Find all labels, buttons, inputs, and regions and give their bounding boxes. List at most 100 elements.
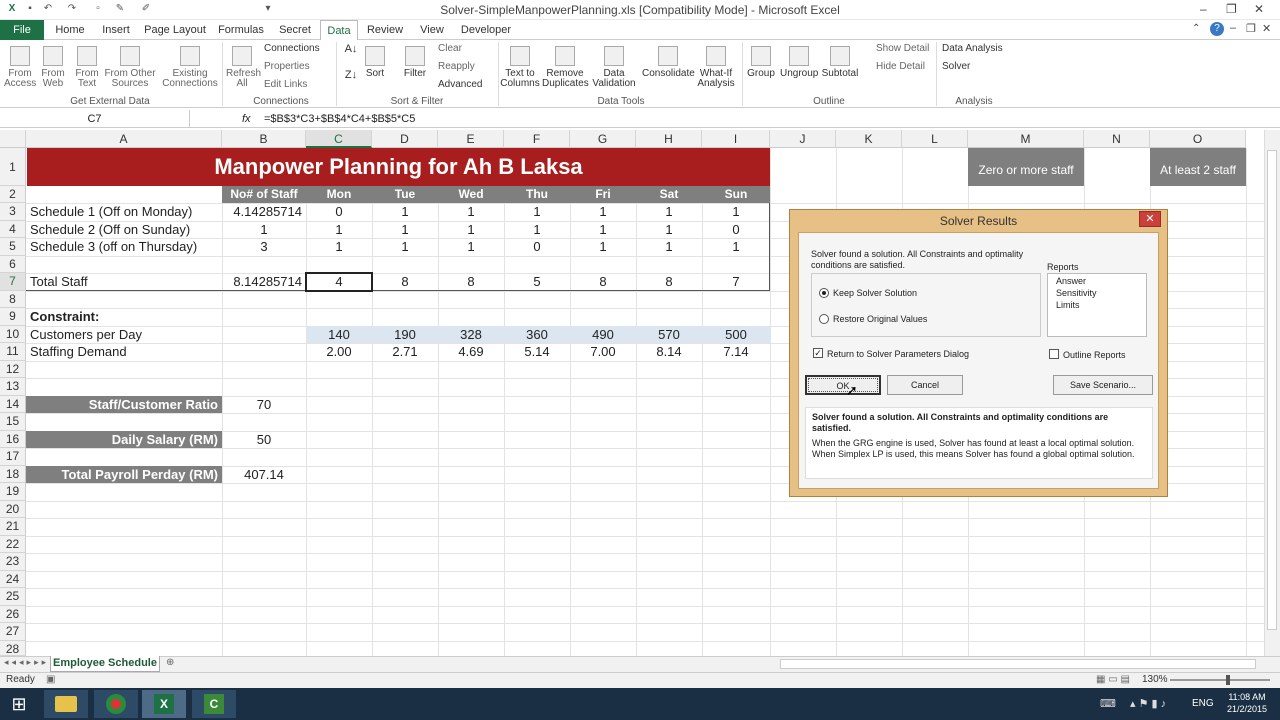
group-button[interactable]: Group xyxy=(746,46,776,79)
vertical-scroll-thumb[interactable] xyxy=(1267,150,1277,630)
zoom-level[interactable]: 130% xyxy=(1142,674,1168,685)
row-header[interactable]: 10 xyxy=(0,326,26,343)
schedule-label[interactable]: Schedule 1 (Off on Monday) xyxy=(30,203,192,220)
workbook-restore-icon[interactable]: ❐ xyxy=(1246,22,1256,35)
day-value[interactable]: 1 xyxy=(438,221,504,238)
data-validation-button[interactable]: Data Validation xyxy=(590,46,638,89)
existing-connections-button[interactable]: Existing Connections xyxy=(162,46,218,89)
row-header[interactable]: 8 xyxy=(0,291,26,308)
day-value[interactable]: 0 xyxy=(306,203,372,220)
row-header[interactable]: 14 xyxy=(0,396,26,413)
day-value[interactable]: 1 xyxy=(372,221,438,238)
day-value[interactable]: 1 xyxy=(438,238,504,255)
row-header[interactable]: 15 xyxy=(0,413,26,431)
tab-formulas[interactable]: Formulas xyxy=(214,20,268,40)
excel-taskbar-icon[interactable]: X xyxy=(142,690,186,718)
tab-home[interactable]: Home xyxy=(50,20,90,40)
row-header[interactable]: 3 xyxy=(0,203,26,221)
sort-az-icon[interactable]: A↓ xyxy=(342,44,360,55)
clear-button[interactable]: Clear xyxy=(438,44,494,54)
column-header[interactable]: D xyxy=(372,130,438,148)
keyboard-icon[interactable]: ⌨ xyxy=(1100,697,1116,710)
day-value[interactable]: 1 xyxy=(504,203,570,220)
customers-value[interactable]: 140 xyxy=(306,326,372,343)
subtotal-button[interactable]: Subtotal xyxy=(820,46,860,79)
tab-developer[interactable]: Developer xyxy=(458,20,514,40)
hide-detail-button[interactable]: Hide Detail xyxy=(876,62,936,72)
ungroup-button[interactable]: Ungroup xyxy=(780,46,818,79)
header-tue[interactable]: Tue xyxy=(372,186,438,203)
payroll-label[interactable]: Total Payroll Perday (RM) xyxy=(26,466,222,483)
day-value[interactable]: 1 xyxy=(636,203,702,220)
column-header[interactable]: A xyxy=(26,130,222,148)
active-cell-c7[interactable]: 4 xyxy=(305,272,373,292)
tab-page-layout[interactable]: Page Layout xyxy=(142,20,208,40)
column-header[interactable]: O xyxy=(1150,130,1246,148)
keep-solution-radio[interactable] xyxy=(819,288,829,298)
show-detail-button[interactable]: Show Detail xyxy=(876,44,936,54)
close-icon[interactable]: ✕ xyxy=(1254,2,1264,16)
customers-label[interactable]: Customers per Day xyxy=(30,326,142,343)
row-header[interactable]: 12 xyxy=(0,361,26,378)
header-sat[interactable]: Sat xyxy=(636,186,702,203)
day-value[interactable]: 1 xyxy=(372,238,438,255)
zoom-slider[interactable] xyxy=(1170,679,1270,681)
reapply-button[interactable]: Reapply xyxy=(438,62,494,72)
column-header[interactable]: E xyxy=(438,130,504,148)
row-header[interactable]: 21 xyxy=(0,518,26,536)
schedule-label[interactable]: Schedule 3 (off on Thursday) xyxy=(30,238,197,255)
day-value[interactable]: 1 xyxy=(570,203,636,220)
zoom-slider-thumb[interactable] xyxy=(1226,675,1230,685)
restore-values-label[interactable]: Restore Original Values xyxy=(833,314,927,324)
outline-reports-checkbox[interactable] xyxy=(1049,349,1059,359)
sheet-title-banner[interactable]: Manpower Planning for Ah B Laksa xyxy=(27,148,770,186)
row-header[interactable]: 23 xyxy=(0,553,26,571)
formula-input[interactable]: =$B$3*C3+$B$4*C4+$B$5*C5 xyxy=(264,110,415,128)
row-header[interactable]: 13 xyxy=(0,378,26,396)
save-scenario-button[interactable]: Save Scenario... xyxy=(1053,375,1153,395)
day-value[interactable]: 1 xyxy=(636,238,702,255)
header-mon[interactable]: Mon xyxy=(306,186,372,203)
filter-button[interactable]: Filter xyxy=(400,46,430,79)
reports-listbox[interactable]: Answer Sensitivity Limits xyxy=(1047,273,1147,337)
minimize-icon[interactable]: ‒ xyxy=(1200,2,1207,16)
from-web-button[interactable]: From Web xyxy=(38,46,68,89)
day-value[interactable]: 0 xyxy=(702,221,770,238)
row-header[interactable]: 11 xyxy=(0,343,26,361)
sort-za-icon[interactable]: Z↓ xyxy=(342,70,360,81)
customers-value[interactable]: 500 xyxy=(702,326,770,343)
day-value[interactable]: 1 xyxy=(372,203,438,220)
chrome-icon[interactable] xyxy=(94,690,138,718)
day-value[interactable]: 1 xyxy=(570,238,636,255)
refresh-all-button[interactable]: Refresh All xyxy=(226,46,261,89)
row-header[interactable]: 4 xyxy=(0,221,26,238)
windows-start-icon[interactable]: ⊞ xyxy=(8,693,30,715)
outline-reports-label[interactable]: Outline Reports xyxy=(1063,350,1126,360)
clock-time[interactable]: 11:08 AM xyxy=(1222,692,1272,702)
total-day-value[interactable]: 8 xyxy=(570,273,636,290)
row-header[interactable]: 5 xyxy=(0,238,26,256)
column-header[interactable]: J xyxy=(770,130,836,148)
note-at-least-2[interactable]: At least 2 staff xyxy=(1150,148,1246,186)
total-staff-count[interactable]: 8.14285714 xyxy=(222,273,302,290)
day-value[interactable]: 1 xyxy=(702,203,770,220)
from-access-button[interactable]: From Access xyxy=(4,46,36,89)
tray-icons[interactable]: ▴ ⚑ ▮ ♪ xyxy=(1130,697,1166,710)
row-header[interactable]: 22 xyxy=(0,536,26,553)
constraint-label[interactable]: Constraint: xyxy=(30,308,99,325)
properties-button[interactable]: Properties xyxy=(264,62,332,72)
day-value[interactable]: 1 xyxy=(306,238,372,255)
tab-view[interactable]: View xyxy=(412,20,452,40)
header-sun[interactable]: Sun xyxy=(702,186,770,203)
restore-icon[interactable]: ❐ xyxy=(1226,2,1237,16)
connections-button[interactable]: Connections xyxy=(264,44,332,54)
return-to-params-label[interactable]: Return to Solver Parameters Dialog xyxy=(827,349,969,359)
text-to-columns-button[interactable]: Text to Columns xyxy=(500,46,540,89)
sheet-tab-employee-schedule[interactable]: Employee Schedule xyxy=(50,656,160,672)
tab-review[interactable]: Review xyxy=(364,20,406,40)
column-header[interactable]: M xyxy=(968,130,1084,148)
column-header[interactable]: B xyxy=(222,130,306,148)
row-header[interactable]: 17 xyxy=(0,448,26,466)
keep-solution-label[interactable]: Keep Solver Solution xyxy=(833,288,917,298)
edit-links-button[interactable]: Edit Links xyxy=(264,80,332,90)
